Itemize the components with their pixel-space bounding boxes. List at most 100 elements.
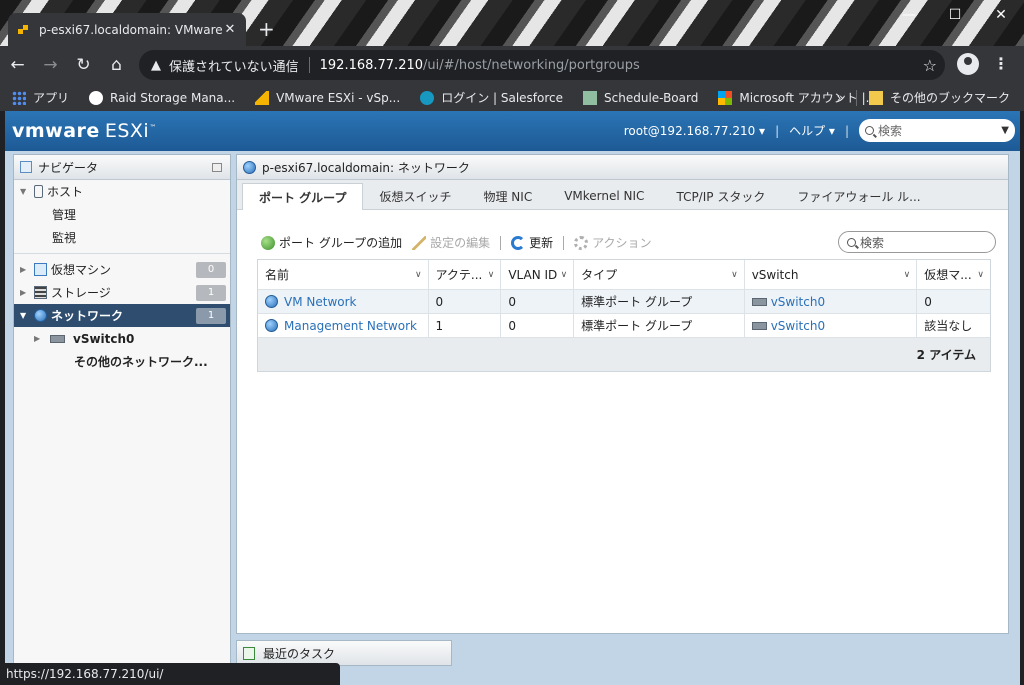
chevron-down-icon[interactable]: ∨ xyxy=(561,270,568,280)
header-search-input[interactable]: 検索 ▼ xyxy=(859,119,1015,142)
nav-storage[interactable]: ▶ ストレージ 1 xyxy=(14,281,230,304)
tab-bar: ポート グループ 仮想スイッチ 物理 NIC VMkernel NIC TCP/… xyxy=(237,180,1008,210)
bookmark-vmware[interactable]: VMware ESXi - vSp... xyxy=(255,90,400,105)
tab-physical-nics[interactable]: 物理 NIC xyxy=(467,183,548,209)
security-text[interactable]: 保護されていない通信 xyxy=(169,56,299,75)
add-network-icon xyxy=(261,235,275,250)
chevron-down-icon[interactable]: ∨ xyxy=(415,270,422,280)
port-group-link[interactable]: VM Network xyxy=(284,295,356,309)
nav-virtual-machines[interactable]: ▶ 仮想マシン 0 xyxy=(14,258,230,281)
bookmarks-bar: アプリ Raid Storage Mana... VMware ESXi - v… xyxy=(0,84,1024,111)
nav-host[interactable]: ▼ ホスト xyxy=(14,180,230,203)
port-group-link[interactable]: Management Network xyxy=(284,319,417,333)
help-menu[interactable]: ヘルプ ▾ xyxy=(789,122,835,139)
vswitch-link[interactable]: vSwitch0 xyxy=(771,319,825,333)
tab-close-icon[interactable]: ✕ xyxy=(222,22,238,37)
nav-separator xyxy=(14,253,230,254)
collapse-icon[interactable] xyxy=(212,163,222,172)
bookmarks-right: » その他のブックマーク xyxy=(837,84,1010,111)
home-icon[interactable]: ⌂ xyxy=(101,51,132,79)
expand-icon[interactable]: ▼ xyxy=(20,311,30,320)
forward-icon[interactable]: → xyxy=(35,51,66,79)
nav-other-networks[interactable]: その他のネットワーク... xyxy=(14,350,230,373)
chevron-down-icon[interactable]: ∨ xyxy=(904,270,911,280)
search-icon xyxy=(865,126,874,135)
navigator-panel: ナビゲータ ▼ ホスト 管理 監視 ▶ 仮想マシン 0 ▶ ストレージ 1 ▼ … xyxy=(13,154,231,685)
vmware-esxi-logo: vmware ESXi™ xyxy=(12,120,157,142)
grid-search-input[interactable]: 検索 xyxy=(838,231,996,253)
account-icon[interactable] xyxy=(957,53,979,75)
expand-icon[interactable]: ▶ xyxy=(34,334,44,343)
schedule-icon xyxy=(583,90,598,105)
tab-firewall-rules[interactable]: ファイアウォール ル... xyxy=(781,183,936,209)
reload-icon[interactable]: ↻ xyxy=(68,51,99,79)
action-toolbar: ポート グループの追加 設定の編集 更新 アクション xyxy=(261,234,662,251)
user-menu[interactable]: root@192.168.77.210 ▾ xyxy=(624,124,765,138)
other-bookmarks[interactable]: その他のブックマーク xyxy=(868,89,1010,106)
bookmark-apps[interactable]: アプリ xyxy=(12,89,69,106)
navigator-header: ナビゲータ xyxy=(14,155,230,180)
column-header-vms[interactable]: 仮想マ... ∨ xyxy=(917,260,990,289)
edit-settings-button[interactable]: 設定の編集 xyxy=(412,234,490,251)
nav-networking[interactable]: ▼ ネットワーク 1 xyxy=(14,304,230,327)
vmware-icon xyxy=(255,90,270,105)
tasks-icon xyxy=(243,646,255,660)
add-port-group-button[interactable]: ポート グループの追加 xyxy=(261,234,402,251)
toolbar-separator xyxy=(563,235,565,250)
table-cell: 該当なし xyxy=(924,319,973,333)
column-header-type[interactable]: タイプ ∨ xyxy=(574,260,745,289)
table-cell: 0 xyxy=(429,290,502,313)
new-tab-icon[interactable]: + xyxy=(258,17,275,41)
chevron-down-icon[interactable]: ∨ xyxy=(977,270,984,280)
browser-toolbar: ← → ↻ ⌂ ▲ 保護されていない通信 192.168.77.210 /ui/… xyxy=(0,46,1024,84)
column-header-active-ports[interactable]: アクテ... ∨ xyxy=(429,260,502,289)
browser-menu-icon[interactable]: ⋮ xyxy=(993,54,1009,73)
vswitch-icon xyxy=(751,297,767,306)
browser-tab[interactable]: p-esxi67.localdomain: VMware ESXi ✕ xyxy=(8,13,246,46)
address-bar[interactable]: ▲ 保護されていない通信 192.168.77.210 /ui/#/host/n… xyxy=(139,50,945,80)
bookmarks-separator xyxy=(855,89,857,106)
actions-button[interactable]: アクション xyxy=(574,234,652,251)
warning-icon[interactable]: ▲ xyxy=(151,58,161,73)
maximize-icon[interactable]: ☐ xyxy=(932,0,978,30)
tab-port-groups[interactable]: ポート グループ xyxy=(242,183,364,210)
nav-host-monitor[interactable]: 監視 xyxy=(14,226,230,249)
table-row[interactable]: VM Network 0 0 標準ポート グループ vSwitch0 0 xyxy=(258,290,990,314)
tab-tcpip-stacks[interactable]: TCP/IP スタック xyxy=(660,183,781,209)
expand-icon[interactable]: ▶ xyxy=(20,265,30,274)
microsoft-icon xyxy=(718,90,733,105)
table-header-row: 名前 ∨ アクテ... ∨ VLAN ID ∨ タイプ ∨ vSwitch ∨ 仮想マ..… xyxy=(258,260,990,290)
bookmark-star-icon[interactable]: ☆ xyxy=(923,56,937,75)
nav-host-manage[interactable]: 管理 xyxy=(14,203,230,226)
table-cell: 1 xyxy=(429,314,502,337)
chevron-down-icon[interactable]: ▼ xyxy=(1001,125,1009,136)
expand-icon[interactable]: ▶ xyxy=(20,288,30,297)
back-icon[interactable]: ← xyxy=(2,51,33,79)
tab-virtual-switches[interactable]: 仮想スイッチ xyxy=(363,183,467,209)
vswitch-link[interactable]: vSwitch0 xyxy=(771,295,825,309)
bookmarks-more-icon[interactable]: » xyxy=(837,91,844,105)
nav-vswitch0[interactable]: ▶ vSwitch0 xyxy=(14,327,230,350)
bookmark-raid[interactable]: Raid Storage Mana... xyxy=(89,90,235,105)
table-cell: 0 xyxy=(501,290,575,313)
main-header: p-esxi67.localdomain: ネットワーク xyxy=(237,155,1008,180)
minimize-icon[interactable]: — xyxy=(886,0,932,30)
folder-icon xyxy=(868,90,883,105)
header-separator: | xyxy=(844,123,849,138)
network-icon xyxy=(243,160,256,174)
vswitch-icon xyxy=(751,321,767,330)
network-icon xyxy=(265,295,278,308)
bookmark-salesforce[interactable]: ログイン | Salesforce xyxy=(420,89,563,106)
chevron-down-icon[interactable]: ∨ xyxy=(488,270,495,280)
column-header-name[interactable]: 名前 ∨ xyxy=(258,260,429,289)
close-window-icon[interactable]: ✕ xyxy=(978,0,1024,30)
tab-vmkernel-nics[interactable]: VMkernel NIC xyxy=(548,183,660,209)
expand-icon[interactable]: ▼ xyxy=(20,187,30,196)
table-row[interactable]: Management Network 1 0 標準ポート グループ vSwitc… xyxy=(258,314,990,338)
column-header-vswitch[interactable]: vSwitch ∨ xyxy=(745,260,918,289)
column-header-vlan-id[interactable]: VLAN ID ∨ xyxy=(501,260,575,289)
refresh-button[interactable]: 更新 xyxy=(511,234,553,251)
esxi-app: vmware ESXi™ root@192.168.77.210 ▾ | ヘルプ … xyxy=(5,111,1020,685)
bookmark-schedule[interactable]: Schedule-Board xyxy=(583,90,698,105)
chevron-down-icon[interactable]: ∨ xyxy=(731,270,738,280)
